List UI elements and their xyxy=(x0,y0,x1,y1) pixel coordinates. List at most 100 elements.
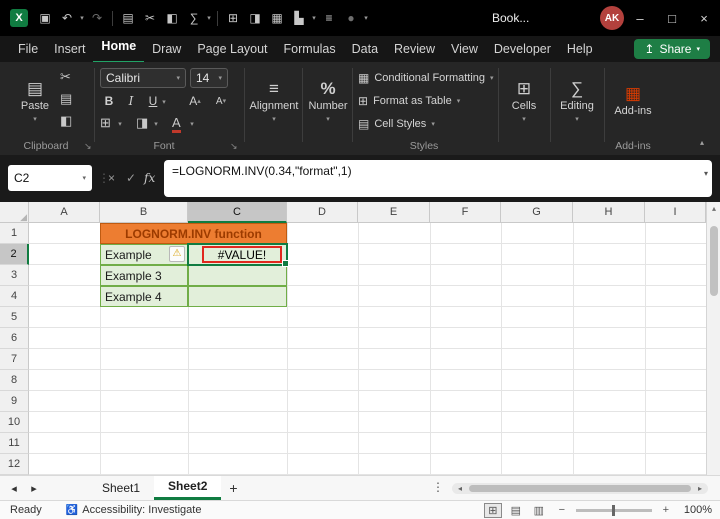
row-header-10[interactable]: 10 xyxy=(0,412,29,433)
format-as-table-button[interactable]: ⊞ Format as Table ▾ xyxy=(358,91,460,111)
underline-chevron-icon[interactable]: ▾ xyxy=(160,98,168,106)
copy-icon[interactable]: ▤ xyxy=(117,11,139,25)
cell-b4[interactable]: Example 4 xyxy=(100,286,188,307)
formula-bar-expand-icon[interactable]: ▾ xyxy=(704,169,708,178)
vertical-scroll-thumb[interactable] xyxy=(710,226,718,296)
maximize-button[interactable]: □ xyxy=(656,0,688,36)
row-header-3[interactable]: 3 xyxy=(0,265,29,286)
column-header-h[interactable]: H xyxy=(573,202,645,223)
hscroll-left-icon[interactable]: ◂ xyxy=(453,483,467,494)
collapse-ribbon-icon[interactable]: ▴ xyxy=(700,138,704,147)
alignment-group-button[interactable]: ≡ Alignment ▾ xyxy=(250,68,299,134)
share-button[interactable]: ↥ Share ▾ xyxy=(634,39,710,59)
row-header-5[interactable]: 5 xyxy=(0,307,29,328)
clipboard-dialog-launcher-icon[interactable]: ↘ xyxy=(84,141,92,152)
font-name-combo[interactable]: Calibri ▾ xyxy=(100,68,186,88)
minimize-button[interactable]: – xyxy=(624,0,656,36)
error-warning-icon[interactable]: ⚠ xyxy=(169,246,185,262)
undo-chevron-icon[interactable]: ▾ xyxy=(78,14,86,22)
tab-sheet1[interactable]: Sheet1 xyxy=(88,476,154,500)
tab-page-layout[interactable]: Page Layout xyxy=(189,36,275,62)
document-title[interactable]: Book... xyxy=(492,11,529,25)
scroll-up-icon[interactable]: ▴ xyxy=(707,204,720,213)
borders-chevron-icon[interactable]: ▾ xyxy=(116,120,124,128)
cancel-icon[interactable]: × xyxy=(108,171,115,185)
name-box[interactable]: C2 ▾ xyxy=(8,165,92,191)
editing-group-button[interactable]: ∑ Editing ▾ xyxy=(554,68,600,134)
enter-icon[interactable]: ✓ xyxy=(126,171,136,185)
cell-c3[interactable] xyxy=(188,265,287,286)
zoom-in-button[interactable]: + xyxy=(657,503,675,518)
cell-styles-button[interactable]: ▤ Cell Styles ▾ xyxy=(358,114,435,134)
grow-font-button[interactable]: A ▴ xyxy=(186,92,204,110)
paste-button[interactable]: ▤ Paste ▾ xyxy=(14,68,56,134)
tab-view[interactable]: View xyxy=(443,36,486,62)
addins-button[interactable]: ▦ Add-ins xyxy=(608,68,658,134)
zoom-slider-thumb[interactable] xyxy=(611,504,615,516)
font-size-combo[interactable]: 14 ▾ xyxy=(190,68,228,88)
cut-icon[interactable]: ✂ xyxy=(139,11,161,25)
font-color-chevron-icon[interactable]: ▾ xyxy=(188,120,196,128)
tab-sheet2[interactable]: Sheet2 xyxy=(154,476,222,500)
font-dialog-launcher-icon[interactable]: ↘ xyxy=(230,141,238,152)
zoom-slider[interactable] xyxy=(575,504,652,516)
fill-handle[interactable] xyxy=(282,260,289,267)
formula-input[interactable]: =LOGNORM.INV(0.34,"format",1) xyxy=(164,160,712,197)
row-header-12[interactable]: 12 xyxy=(0,454,29,475)
vertical-scrollbar[interactable]: ▴ xyxy=(706,202,720,475)
column-header-e[interactable]: E xyxy=(358,202,430,223)
account-avatar[interactable]: AK xyxy=(600,6,624,30)
fill-color-chevron-icon[interactable]: ▾ xyxy=(152,120,160,128)
tab-formulas[interactable]: Formulas xyxy=(276,36,344,62)
save-icon[interactable]: ▣ xyxy=(34,11,56,25)
column-header-f[interactable]: F xyxy=(430,202,501,223)
tab-developer[interactable]: Developer xyxy=(486,36,559,62)
chart-icon[interactable]: ▙ xyxy=(288,11,310,25)
column-header-i[interactable]: I xyxy=(645,202,706,223)
accessibility-status-button[interactable]: ♿ Accessibility: Investigate xyxy=(66,504,202,516)
fill-color-icon[interactable]: ◨ xyxy=(244,11,266,25)
normal-view-button[interactable]: ⊞ xyxy=(483,502,502,518)
cell-b1-merged-title[interactable]: LOGNORM.INV function xyxy=(100,223,287,244)
italic-button[interactable]: I xyxy=(122,92,140,110)
row-header-2[interactable]: 2 xyxy=(0,244,29,265)
row-header-8[interactable]: 8 xyxy=(0,370,29,391)
zoom-out-button[interactable]: − xyxy=(553,503,571,518)
font-color-icon[interactable]: A xyxy=(172,116,181,133)
zoom-level[interactable]: 100% xyxy=(684,504,712,516)
number-group-button[interactable]: % Number ▾ xyxy=(306,68,350,134)
shrink-font-button[interactable]: A ▾ xyxy=(212,92,230,110)
list-icon[interactable]: ≡ xyxy=(318,11,340,25)
sum-icon[interactable]: ∑ xyxy=(183,11,205,25)
row-header-9[interactable]: 9 xyxy=(0,391,29,412)
row-header-7[interactable]: 7 xyxy=(0,349,29,370)
chart-chevron-icon[interactable]: ▾ xyxy=(310,14,318,22)
hscroll-right-icon[interactable]: ▸ xyxy=(693,483,707,494)
insert-function-icon[interactable]: fx xyxy=(144,171,155,185)
column-header-a[interactable]: A xyxy=(29,202,100,223)
sum-chevron-icon[interactable]: ▾ xyxy=(205,14,213,22)
row-header-6[interactable]: 6 xyxy=(0,328,29,349)
select-all-button[interactable]: ◢ xyxy=(0,202,29,223)
qat-chevron-icon[interactable]: ▾ xyxy=(362,14,370,22)
cell-c4[interactable] xyxy=(188,286,287,307)
row-header-4[interactable]: 4 xyxy=(0,286,29,307)
table-icon[interactable]: ⊞ xyxy=(222,11,244,25)
column-header-b[interactable]: B xyxy=(100,202,188,223)
borders-icon[interactable]: ▦ xyxy=(266,11,288,25)
bold-button[interactable]: B xyxy=(100,92,118,110)
copy-icon[interactable]: ▤ xyxy=(60,92,72,105)
horizontal-scroll-thumb[interactable] xyxy=(469,485,691,492)
tab-home[interactable]: Home xyxy=(93,35,145,64)
redo-icon[interactable]: ↷ xyxy=(86,11,108,25)
tab-file[interactable]: File xyxy=(10,36,46,62)
undo-icon[interactable]: ↶ xyxy=(56,11,78,25)
tab-insert[interactable]: Insert xyxy=(46,36,93,62)
tab-data[interactable]: Data xyxy=(344,36,386,62)
row-header-1[interactable]: 1 xyxy=(0,223,29,244)
borders-icon[interactable]: ⊞ xyxy=(100,116,111,129)
tab-help[interactable]: Help xyxy=(559,36,601,62)
sheet-nav-right-icon[interactable]: ▸ xyxy=(24,482,44,495)
cells-group-button[interactable]: ⊞ Cells ▾ xyxy=(502,68,546,134)
horizontal-scrollbar[interactable]: ◂ ▸ xyxy=(452,483,708,494)
